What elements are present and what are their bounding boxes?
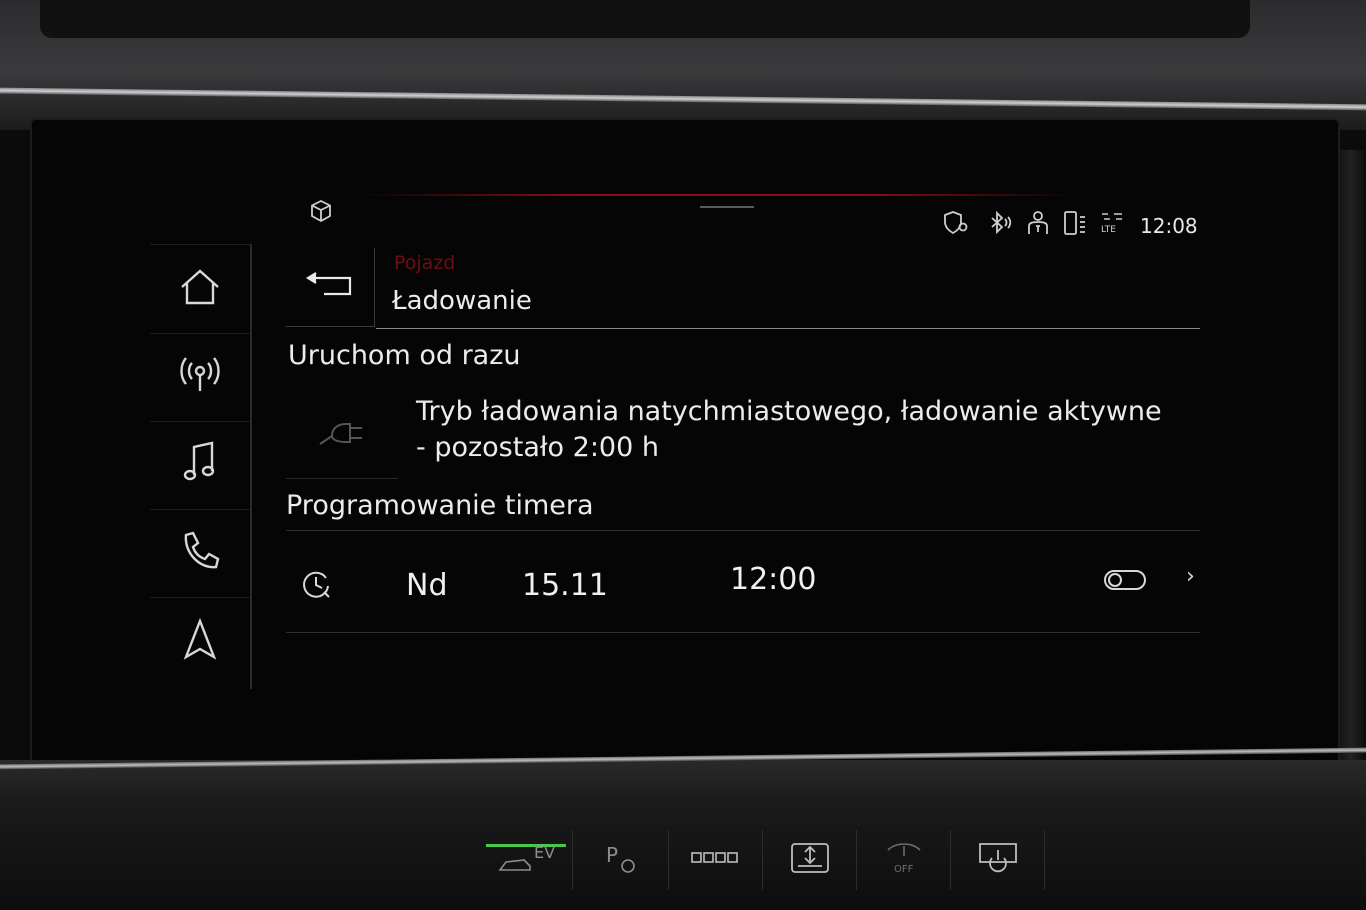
parking-icon: P <box>600 840 644 880</box>
nav-home[interactable] <box>150 245 250 334</box>
heated-windshield-button[interactable] <box>764 830 857 890</box>
user-icon[interactable] <box>1026 210 1050 241</box>
timer-time: 12:00 <box>730 562 817 597</box>
clock-icon <box>300 568 332 604</box>
warning-off-icon: OFF <box>882 838 926 882</box>
timer-divider-top <box>286 530 1200 531</box>
charging-status-box <box>286 394 398 479</box>
power-icon <box>976 840 1020 880</box>
rear-defrost-icon <box>788 840 832 880</box>
phone-icon <box>178 529 222 577</box>
lte-icon[interactable]: LTE <box>1098 210 1126 241</box>
svg-text:P: P <box>606 843 618 867</box>
side-navigation <box>150 244 252 689</box>
nav-navigation[interactable] <box>150 597 250 685</box>
dashboard-top-slot <box>40 0 1250 38</box>
pull-down-handle[interactable] <box>700 206 754 208</box>
infotainment-screen: LTE 12:08 Pojazd Ładowanie Uruchom od ra… <box>140 188 1220 708</box>
page-title: Ładowanie <box>392 286 532 316</box>
chevron-right-icon[interactable]: › <box>1186 564 1195 589</box>
nav-radio[interactable] <box>150 333 250 422</box>
svg-text:OFF: OFF <box>894 864 914 875</box>
bluetooth-icon[interactable] <box>988 210 1012 241</box>
cube-icon[interactable] <box>308 198 334 229</box>
clock: 12:08 <box>1140 214 1198 238</box>
hardware-button-row: EV P OFF <box>380 830 1120 900</box>
svg-text:LTE: LTE <box>1101 225 1116 235</box>
parking-button[interactable]: P <box>576 830 669 890</box>
breadcrumb[interactable]: Pojazd <box>394 252 455 274</box>
nav-phone[interactable] <box>150 509 250 598</box>
charging-status-line1: Tryb ładowania natychmiastowego, ładowan… <box>416 396 1162 427</box>
svg-text:EV: EV <box>534 843 555 862</box>
home-icon <box>178 267 222 311</box>
ev-mode-button[interactable]: EV <box>480 830 573 890</box>
timer-date: 15.11 <box>522 568 608 603</box>
navigation-icon <box>180 617 220 665</box>
back-arrow-icon <box>302 270 358 304</box>
charging-status-text: Tryb ładowania natychmiastowego, ładowan… <box>416 394 1196 466</box>
shield-location-icon[interactable] <box>942 210 970 241</box>
timer-toggle-knob <box>1108 573 1122 587</box>
car-ev-icon: EV <box>496 840 556 880</box>
timer-divider-bottom <box>286 632 1200 633</box>
header-divider <box>376 328 1200 329</box>
lights-button[interactable] <box>670 830 763 890</box>
phone-signal-icon[interactable] <box>1062 210 1088 241</box>
timer-day: Nd <box>406 568 448 603</box>
red-accent-line <box>360 194 1080 196</box>
hazard-off-button[interactable]: OFF <box>858 830 951 890</box>
music-icon <box>180 441 220 489</box>
screen-power-button[interactable] <box>952 830 1045 890</box>
section-start-now[interactable]: Uruchom od razu <box>288 340 521 371</box>
section-timer-programming: Programowanie timera <box>286 490 594 521</box>
timer-row[interactable]: Nd 15.11 12:00 › <box>286 546 1200 630</box>
light-segments-icon <box>690 848 742 872</box>
radio-icon <box>178 353 222 401</box>
back-button[interactable] <box>286 248 375 327</box>
charging-status-line2: - pozostało 2:00 h <box>416 432 659 463</box>
charging-plug-icon <box>316 414 372 454</box>
nav-media[interactable] <box>150 421 250 510</box>
timer-toggle[interactable] <box>1104 570 1146 590</box>
